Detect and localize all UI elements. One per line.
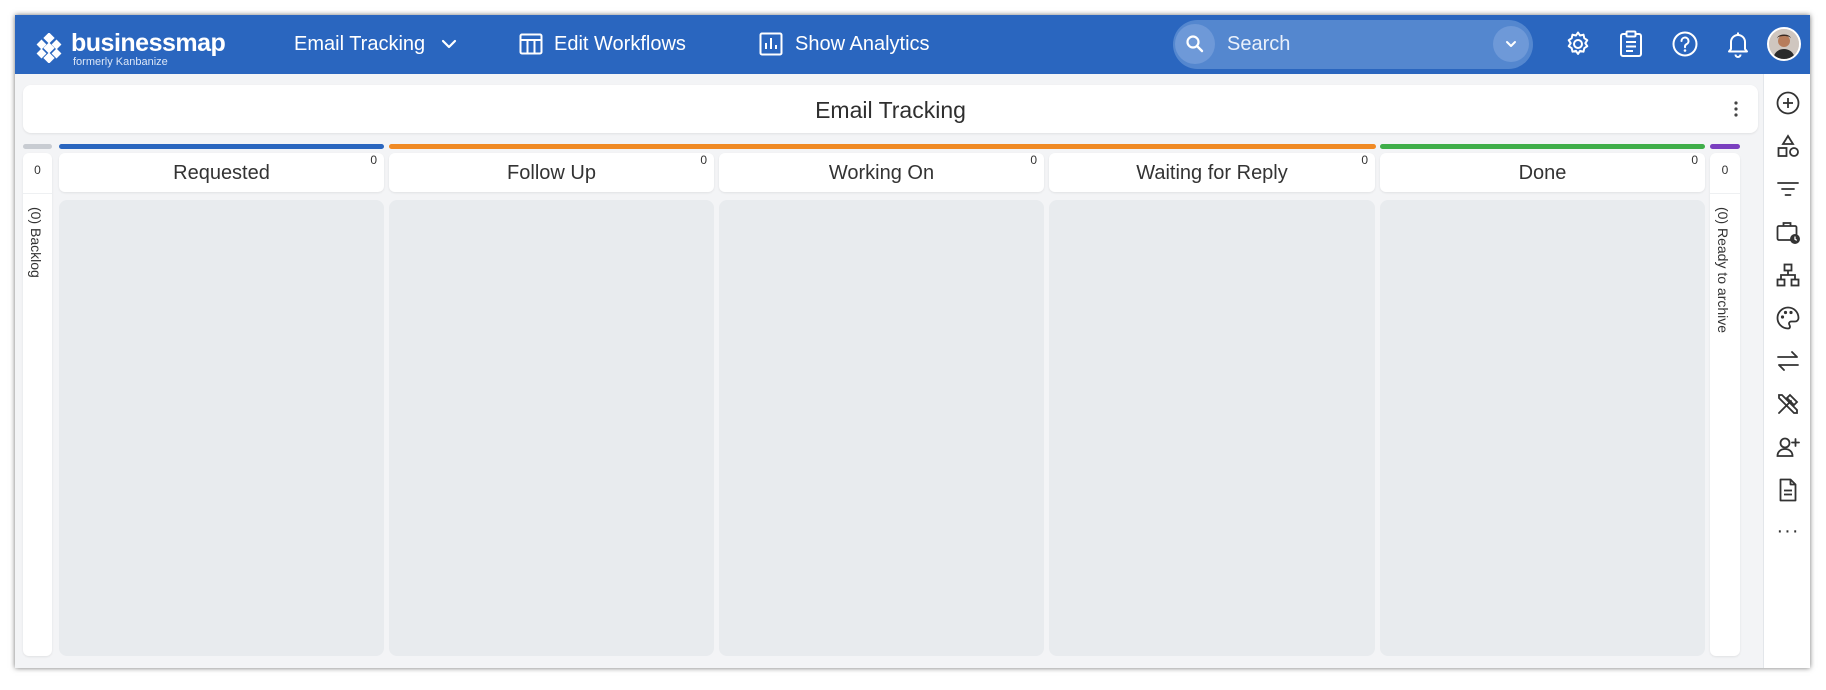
column-body-done[interactable] (1380, 200, 1705, 656)
ready-to-archive-column[interactable]: 0 (0) Ready to archive (1710, 153, 1740, 656)
backlog-divider (23, 193, 52, 194)
column-header-done[interactable]: Done 0 (1380, 153, 1705, 192)
column-name: Requested (173, 162, 270, 184)
column-name: Waiting for Reply (1136, 162, 1288, 184)
column-header-follow-up[interactable]: Follow Up 0 (389, 153, 714, 192)
avatar-photo-icon (1769, 29, 1799, 59)
logo-mark-icon (36, 33, 62, 63)
board-selector-label: Email Tracking (294, 32, 426, 55)
column-card-count: 0 (1361, 153, 1368, 167)
right-tool-rail: ··· (1763, 74, 1810, 668)
edit-workflows-button[interactable]: Edit Workflows (518, 29, 686, 59)
search-input[interactable] (1227, 30, 1467, 58)
backlog-column[interactable]: 0 (0) Backlog (23, 153, 52, 656)
board-selector[interactable]: Email Tracking (294, 29, 461, 59)
shapes-icon[interactable] (1774, 132, 1802, 160)
archive-color-bar (1710, 144, 1740, 149)
column-card-count: 0 (700, 153, 707, 167)
column-card-count: 0 (1030, 153, 1037, 167)
palette-icon[interactable] (1774, 304, 1802, 332)
user-avatar[interactable] (1767, 27, 1801, 61)
column-body-follow-up[interactable] (389, 200, 714, 656)
tools-icon[interactable] (1774, 390, 1802, 418)
done-color-bar (1380, 144, 1705, 149)
column-name: Follow Up (507, 162, 596, 184)
column-card-count: 0 (1691, 153, 1698, 167)
backlog-color-bar (23, 144, 52, 149)
add-user-icon[interactable] (1774, 433, 1802, 461)
kebab-menu-icon[interactable] (1726, 97, 1746, 121)
swap-arrows-icon[interactable] (1774, 347, 1802, 375)
requested-color-bar (59, 144, 384, 149)
gear-icon[interactable] (1561, 27, 1595, 61)
analytics-chart-icon (759, 32, 783, 56)
archive-divider (1710, 193, 1740, 194)
table-layout-icon (519, 33, 543, 55)
search-box[interactable] (1173, 20, 1533, 69)
briefcase-clock-icon[interactable] (1774, 218, 1802, 246)
backlog-label: (0) Backlog (28, 207, 44, 278)
column-header-requested[interactable]: Requested 0 (59, 153, 384, 192)
hierarchy-icon[interactable] (1774, 261, 1802, 289)
chevron-down-icon (442, 39, 457, 49)
column-name: Done (1518, 162, 1567, 184)
column-header-waiting-for-reply[interactable]: Waiting for Reply 0 (1049, 153, 1375, 192)
column-body-waiting-for-reply[interactable] (1049, 200, 1375, 656)
add-icon[interactable] (1774, 89, 1802, 117)
document-icon[interactable] (1774, 476, 1802, 504)
backlog-count: 0 (34, 163, 41, 177)
board-header: Email Tracking (23, 85, 1758, 133)
top-bar: businessmap formerly Kanbanize Email Tra… (15, 15, 1810, 74)
column-body-working-on[interactable] (719, 200, 1044, 656)
show-analytics-label: Show Analytics (795, 32, 930, 55)
archive-label: (0) Ready to archive (1715, 207, 1731, 334)
brand-name: businessmap (71, 29, 226, 57)
search-options-chevron-icon[interactable] (1493, 26, 1529, 62)
show-analytics-button[interactable]: Show Analytics (758, 29, 930, 59)
brand-subtitle: formerly Kanbanize (73, 56, 168, 68)
in-progress-color-bar (389, 144, 1376, 149)
clipboard-icon[interactable] (1614, 27, 1648, 61)
edit-workflows-label: Edit Workflows (554, 32, 686, 55)
archive-count: 0 (1721, 163, 1729, 177)
bell-icon[interactable] (1721, 27, 1755, 61)
board-title: Email Tracking (815, 97, 966, 123)
column-card-count: 0 (370, 153, 377, 167)
filter-icon[interactable] (1774, 175, 1802, 203)
column-header-working-on[interactable]: Working On 0 (719, 153, 1044, 192)
help-icon[interactable] (1668, 27, 1702, 61)
more-icon[interactable]: ··· (1774, 517, 1802, 545)
search-icon[interactable] (1175, 24, 1215, 64)
app-window: businessmap formerly Kanbanize Email Tra… (15, 15, 1810, 668)
column-body-requested[interactable] (59, 200, 384, 656)
brand-logo[interactable]: businessmap formerly Kanbanize (34, 27, 234, 68)
column-name: Working On (828, 162, 935, 184)
